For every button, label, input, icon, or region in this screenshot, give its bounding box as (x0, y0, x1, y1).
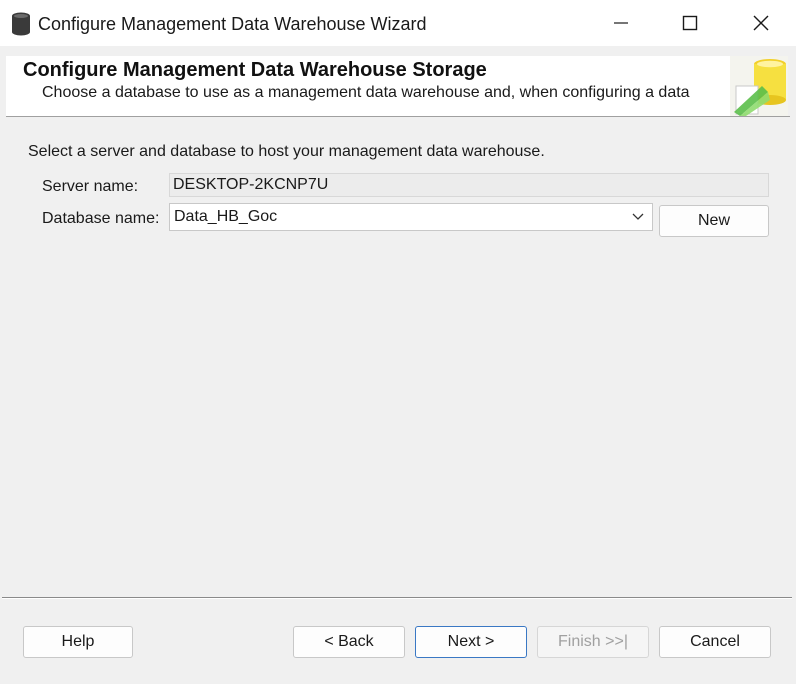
title-bar: Configure Management Data Warehouse Wiza… (0, 0, 796, 46)
footer-divider-highlight (2, 598, 792, 599)
maximize-button[interactable] (655, 0, 725, 46)
database-name-value: Data_HB_Goc (174, 208, 278, 225)
cancel-button[interactable]: Cancel (659, 626, 771, 658)
minimize-button[interactable] (586, 0, 656, 46)
window-title: Configure Management Data Warehouse Wiza… (38, 14, 427, 34)
wizard-header: Configure Management Data Warehouse Stor… (6, 56, 788, 116)
database-icon (12, 12, 30, 36)
maximize-icon (682, 15, 698, 31)
finish-button[interactable]: Finish >>| (537, 626, 649, 658)
close-button[interactable] (726, 0, 796, 46)
back-button[interactable]: < Back (293, 626, 405, 658)
page-title: Configure Management Data Warehouse Stor… (23, 59, 487, 81)
next-button[interactable]: Next > (415, 626, 527, 658)
instruction-text: Select a server and database to host you… (28, 143, 545, 160)
chevron-down-icon (632, 213, 644, 220)
database-wizard-icon (730, 56, 788, 116)
page-subtitle: Choose a database to use as a management… (42, 84, 690, 101)
server-name-field: DESKTOP-2KCNP7U (169, 173, 769, 197)
database-name-label: Database name: (42, 210, 160, 227)
database-name-dropdown[interactable]: Data_HB_Goc (169, 203, 653, 231)
help-button[interactable]: Help (23, 626, 133, 658)
minimize-icon (614, 22, 628, 24)
new-database-button[interactable]: New (659, 205, 769, 237)
server-name-label: Server name: (42, 178, 139, 195)
header-divider (6, 116, 790, 117)
close-icon (753, 15, 769, 31)
